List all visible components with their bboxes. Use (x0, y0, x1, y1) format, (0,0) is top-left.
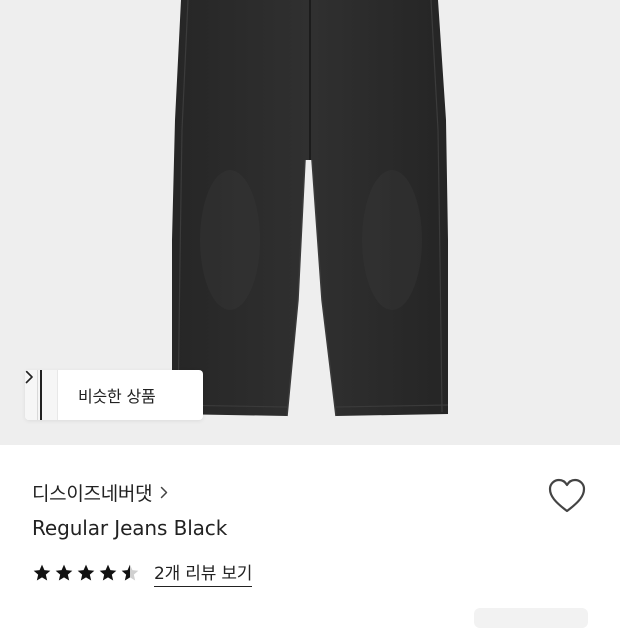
product-title: Regular Jeans Black (32, 516, 228, 540)
star-icon (99, 564, 117, 581)
brand-link[interactable]: 디스이즈네버댓 (32, 478, 168, 506)
star-icon (77, 564, 95, 581)
star-half-icon (121, 564, 139, 581)
similar-products-button[interactable]: 비슷한 상품 (25, 370, 203, 420)
chevron-right-icon (160, 486, 168, 499)
star-icon (33, 564, 51, 581)
heart-outline-icon (548, 478, 586, 513)
star-rating (32, 563, 142, 583)
brand-name: 디스이즈네버댓 (32, 482, 153, 505)
star-icon (55, 564, 73, 581)
chevron-right-icon (25, 370, 176, 403)
product-image[interactable]: 비슷한 상품 (0, 0, 620, 445)
reviews-link[interactable]: 2개 리뷰 보기 (154, 559, 252, 587)
similar-products-label: 비슷한 상품 (78, 387, 156, 406)
rating-row: 2개 리뷰 보기 (32, 559, 252, 587)
option-box[interactable] (474, 608, 588, 628)
wishlist-button[interactable] (545, 476, 589, 516)
